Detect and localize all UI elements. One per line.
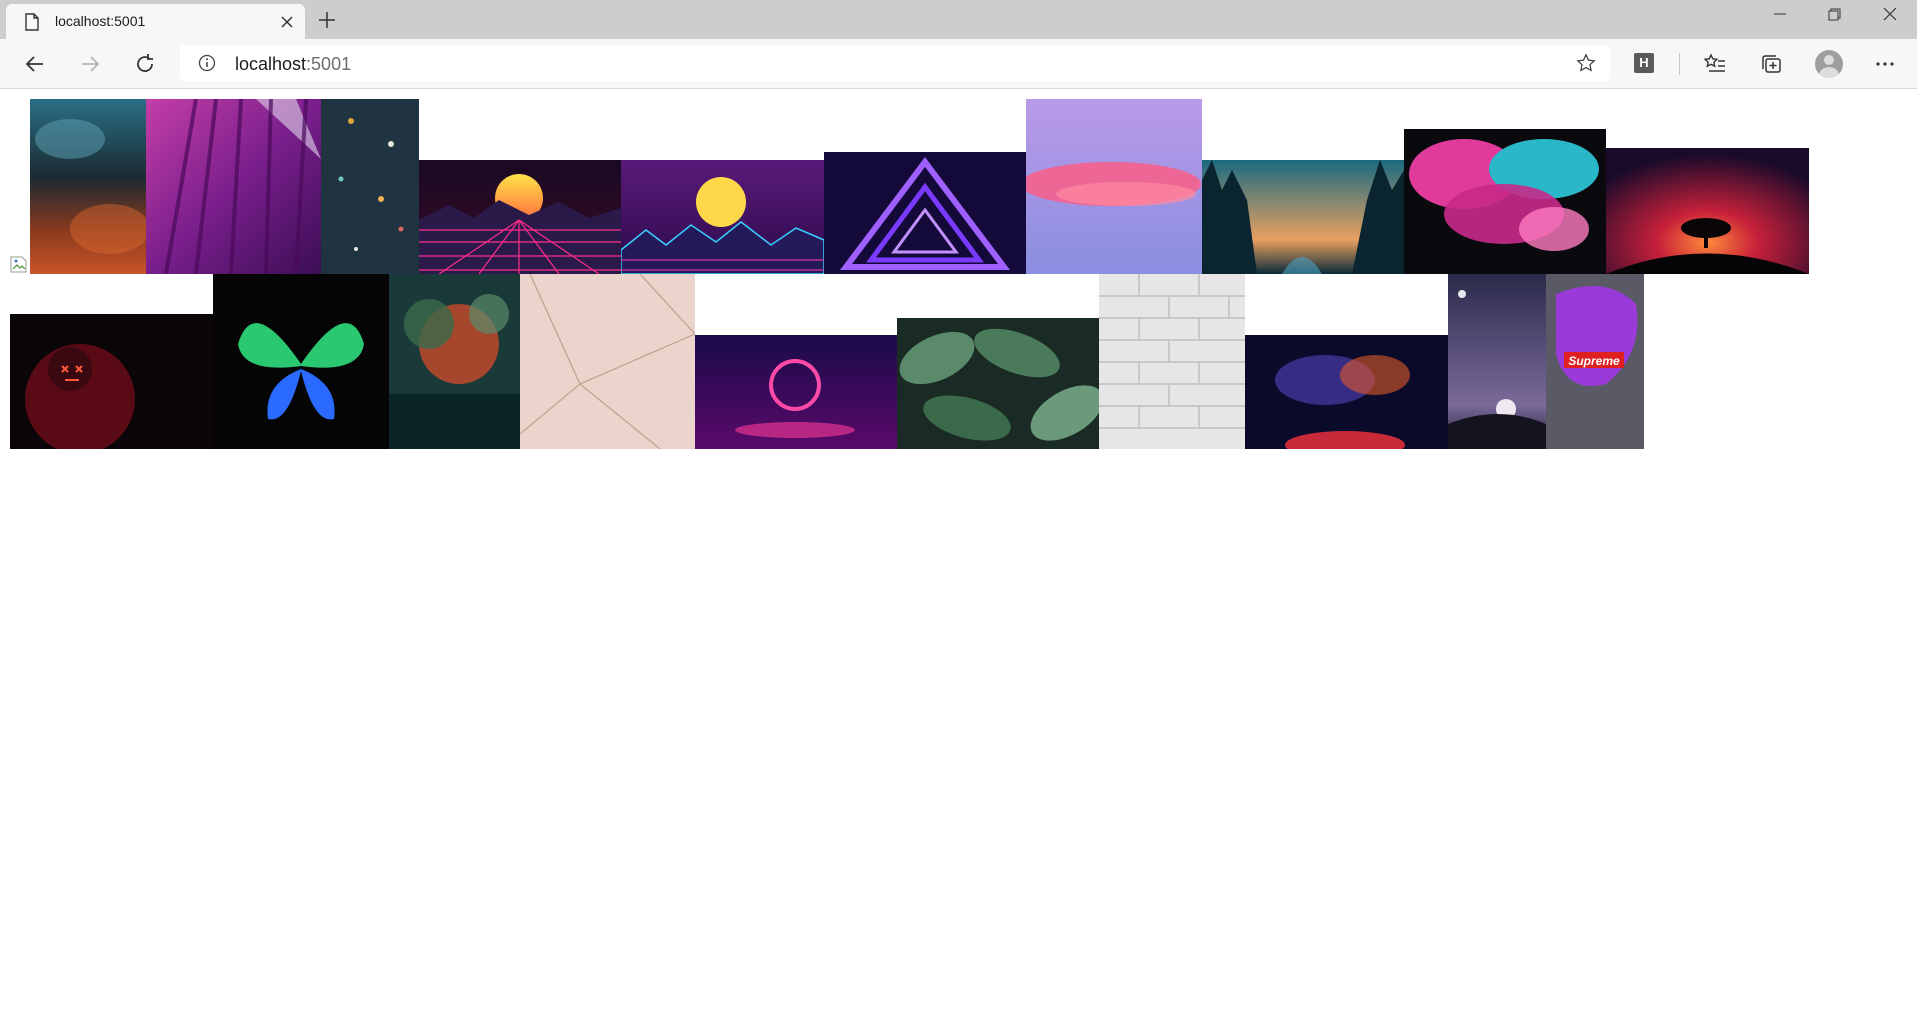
- browser-toolbar: localhost:5001: [0, 39, 1917, 89]
- page-icon: [25, 13, 39, 31]
- refresh-icon[interactable]: [133, 52, 157, 76]
- page-viewport: Supreme: [0, 89, 1917, 1027]
- gallery-image-white-brick-wall[interactable]: [1099, 274, 1245, 449]
- collections-icon[interactable]: [1759, 52, 1783, 76]
- minimize-icon[interactable]: [1753, 0, 1807, 32]
- favorites-icon[interactable]: [1703, 52, 1727, 76]
- tab-strip: localhost:5001: [0, 0, 1917, 39]
- gallery-image-pink-teal-smoke[interactable]: [1404, 129, 1606, 274]
- gallery-image-synthwave-sun-blue[interactable]: [621, 160, 824, 274]
- broken-image-icon: [10, 256, 27, 273]
- tab-title: localhost:5001: [55, 13, 146, 29]
- info-icon[interactable]: [198, 54, 216, 72]
- supreme-logo-text: Supreme: [1568, 354, 1620, 368]
- gallery-image-neon-triangle[interactable]: [824, 152, 1026, 274]
- profile-avatar[interactable]: [1815, 50, 1843, 78]
- gallery-image-hooded-neon-mask[interactable]: [10, 314, 213, 449]
- gallery-image-magenta-forest[interactable]: [146, 99, 321, 274]
- gallery-image-night-moon-field[interactable]: [1448, 274, 1546, 449]
- close-tab-icon[interactable]: [280, 15, 294, 29]
- more-menu-icon[interactable]: [1873, 52, 1897, 76]
- favorite-star-icon[interactable]: [1576, 53, 1596, 73]
- gallery-image-smoke-teal-orange[interactable]: [30, 99, 146, 274]
- gallery-image-neon-butterfly[interactable]: [213, 274, 389, 449]
- gallery-image-space-planets[interactable]: [321, 99, 419, 274]
- address-bar[interactable]: localhost:5001: [180, 45, 1610, 81]
- tab-localhost[interactable]: localhost:5001: [6, 4, 305, 39]
- gallery-image-forest-river-sunset[interactable]: [1202, 160, 1404, 274]
- plus-icon[interactable]: [318, 11, 336, 29]
- close-icon[interactable]: [1863, 0, 1917, 32]
- gallery-image-cosmic-universe[interactable]: [1245, 335, 1448, 449]
- restore-icon[interactable]: [1807, 0, 1861, 32]
- gallery-image-pink-cloud-sky[interactable]: [1026, 99, 1202, 274]
- forward-arrow-icon[interactable]: [78, 52, 102, 76]
- gallery-image-red-tree-sunset[interactable]: [1606, 148, 1809, 274]
- extension-h-icon[interactable]: H: [1634, 53, 1654, 73]
- gallery-image-neon-ring[interactable]: [695, 335, 897, 449]
- gallery-image-tropical-leaves[interactable]: [897, 318, 1099, 449]
- url-text: localhost:5001: [235, 54, 351, 75]
- gallery-image-rose-gold-geometric[interactable]: [520, 274, 695, 449]
- url-host: localhost: [235, 54, 307, 74]
- gallery-image-bokeh-tree[interactable]: [389, 274, 520, 449]
- toolbar-divider: [1679, 53, 1680, 75]
- gallery-image-synthwave-sun-red[interactable]: [419, 160, 621, 274]
- url-port: :5001: [306, 54, 352, 74]
- back-arrow-icon[interactable]: [23, 52, 47, 76]
